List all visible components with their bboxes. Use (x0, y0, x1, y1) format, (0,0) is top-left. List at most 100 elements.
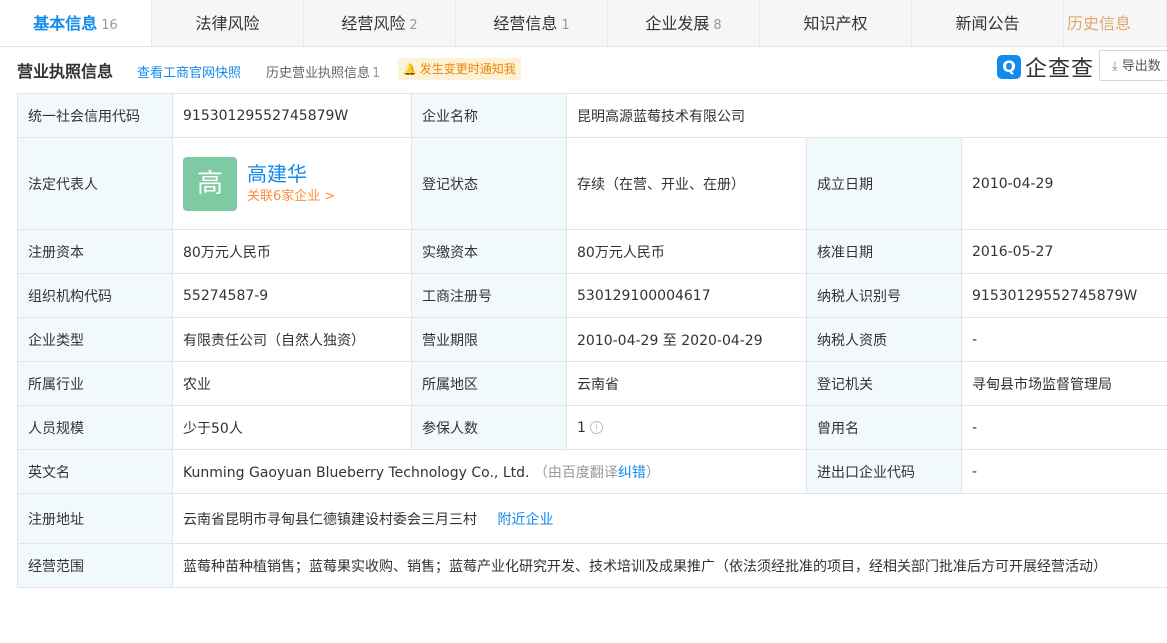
translate-note-close: ） (645, 464, 660, 481)
table-row: 企业类型 有限责任公司（自然人独资） 营业期限 2010-04-29 至 202… (17, 317, 1167, 362)
taxpayer-qual-value: - (961, 317, 1167, 362)
history-license-link[interactable]: 历史营业执照信息 1 (266, 62, 380, 81)
insured-value: 1 (577, 419, 586, 436)
reg-capital-label: 注册资本 (17, 229, 173, 274)
download-icon: ⤓ (1112, 59, 1118, 74)
scope-value: 蓝莓种苗种植销售；蓝莓果实收购、销售；蓝莓产业化研究开发、技术培训及成果推广（依… (172, 543, 1167, 588)
paid-capital-label: 实缴资本 (411, 229, 567, 274)
credit-code-value: 91530129552745879W (172, 93, 412, 138)
history-label: 历史营业执照信息 (266, 66, 371, 81)
company-name-value: 昆明高源蓝莓技术有限公司 (566, 93, 1167, 138)
reg-authority-value: 寻甸县市场监督管理局 (961, 361, 1167, 406)
taxpayer-id-value: 91530129552745879W (961, 273, 1167, 318)
table-row: 组织机构代码 55274587-9 工商注册号 530129100004617 … (17, 273, 1167, 318)
brand-icon: Q (997, 55, 1021, 79)
tab-label: 知识产权 (803, 14, 868, 33)
industry-value: 农业 (172, 361, 412, 406)
tab-count: 2 (409, 18, 418, 33)
nearby-companies-link[interactable]: 附近企业 (497, 512, 553, 528)
taxpayer-id-label: 纳税人识别号 (806, 273, 962, 318)
english-name-value: Kunming Gaoyuan Blueberry Technology Co.… (183, 464, 530, 481)
notify-label: 发生变更时通知我 (419, 62, 516, 76)
credit-code-label: 统一社会信用代码 (17, 93, 173, 138)
history-count: 1 (372, 66, 381, 81)
tab-operating-info[interactable]: 经营信息 1 (456, 0, 608, 46)
tab-label: 经营信息 (493, 14, 558, 33)
reg-status-label: 登记状态 (411, 137, 567, 230)
found-date-label: 成立日期 (806, 137, 962, 230)
tab-label: 企业发展 (645, 14, 710, 33)
company-type-value: 有限责任公司（自然人独资） (172, 317, 412, 362)
paid-capital-value: 80万元人民币 (566, 229, 807, 274)
table-row: 注册资本 80万元人民币 实缴资本 80万元人民币 核准日期 2016-05-2… (17, 229, 1167, 274)
english-name-label: 英文名 (17, 449, 173, 494)
brand-logo: Q 企查查 (997, 54, 1095, 82)
industry-label: 所属行业 (17, 361, 173, 406)
top-tab-bar: 基本信息 16 法律风险 经营风险 2 经营信息 1 企业发展 8 知识产权 新闻公告 … (0, 0, 1167, 47)
tab-label: 经营风险 (341, 14, 406, 33)
tab-count: 16 (101, 18, 118, 33)
table-row: 统一社会信用代码 91530129552745879W 企业名称 昆明高源蓝莓技… (17, 93, 1167, 138)
tab-count: 1 (561, 18, 570, 33)
approve-date-value: 2016-05-27 (961, 229, 1167, 274)
table-row: 经营范围 蓝莓种苗种植销售；蓝莓果实收购、销售；蓝莓产业化研究开发、技术培训及成… (17, 543, 1167, 588)
reg-capital-value: 80万元人民币 (172, 229, 412, 274)
english-name-cell: Kunming Gaoyuan Blueberry Technology Co.… (172, 449, 807, 494)
staff-size-value: 少于50人 (172, 405, 412, 450)
tab-label: 基本信息 (33, 14, 98, 33)
legal-rep-cell: 高 高建华 关联6家企业 > (172, 137, 412, 230)
brand-text: 企查查 (1025, 57, 1095, 82)
reg-authority-label: 登记机关 (806, 361, 962, 406)
biz-term-label: 营业期限 (411, 317, 567, 362)
related-companies-link[interactable]: 关联6家企业 > (247, 187, 335, 207)
taxpayer-qual-label: 纳税人资质 (806, 317, 962, 362)
export-label: 导出数 (1121, 59, 1161, 74)
table-row: 所属行业 农业 所属地区 云南省 登记机关 寻甸县市场监督管理局 (17, 361, 1167, 406)
tab-count: 8 (713, 18, 722, 33)
table-row: 注册地址 云南省昆明市寻甸县仁德镇建设村委会三月三村 附近企业 (17, 493, 1167, 544)
export-button[interactable]: ⤓ 导出数 (1099, 50, 1167, 81)
biz-reg-no-label: 工商注册号 (411, 273, 567, 318)
snapshot-link[interactable]: 查看工商官网快照 (137, 62, 241, 81)
correct-link[interactable]: 纠错 (618, 465, 646, 481)
reg-status-value: 存续（在营、开业、在册） (566, 137, 807, 230)
notify-button[interactable]: 🔔 发生变更时通知我 (398, 58, 521, 80)
company-type-label: 企业类型 (17, 317, 173, 362)
approve-date-label: 核准日期 (806, 229, 962, 274)
avatar[interactable]: 高 (183, 156, 237, 211)
table-row: 英文名 Kunming Gaoyuan Blueberry Technology… (17, 449, 1167, 494)
table-row: 人员规模 少于50人 参保人数 1i 曾用名 - (17, 405, 1167, 450)
region-value: 云南省 (566, 361, 807, 406)
section-header: 营业执照信息 查看工商官网快照 历史营业执照信息 1 🔔 发生变更时通知我 Q 企查… (0, 46, 1167, 93)
tab-legal-risk[interactable]: 法律风险 (152, 0, 304, 46)
tab-operating-risk[interactable]: 经营风险 2 (304, 0, 456, 46)
tab-news[interactable]: 新闻公告 (912, 0, 1064, 46)
region-label: 所属地区 (411, 361, 567, 406)
tab-history[interactable]: 历史信息 (1064, 0, 1167, 46)
tab-basic-info[interactable]: 基本信息 16 (0, 0, 152, 46)
legal-rep-name[interactable]: 高建华 (247, 161, 335, 187)
org-code-label: 组织机构代码 (17, 273, 173, 318)
tab-label: 新闻公告 (955, 14, 1020, 33)
translate-note: （由百度翻译 (533, 464, 618, 481)
import-export-label: 进出口企业代码 (806, 449, 962, 494)
scope-label: 经营范围 (17, 543, 173, 588)
tab-ip[interactable]: 知识产权 (760, 0, 912, 46)
former-name-label: 曾用名 (806, 405, 962, 450)
legal-rep-label: 法定代表人 (17, 137, 173, 230)
insured-cell: 1i (566, 405, 807, 450)
insured-label: 参保人数 (411, 405, 567, 450)
address-cell: 云南省昆明市寻甸县仁德镇建设村委会三月三村 附近企业 (172, 493, 1167, 544)
tab-label: 历史信息 (1067, 14, 1132, 33)
staff-size-label: 人员规模 (17, 405, 173, 450)
info-icon[interactable]: i (589, 421, 603, 434)
former-name-value: - (961, 405, 1167, 450)
table-row: 法定代表人 高 高建华 关联6家企业 > 登记状态 存续（在营、开业、在册） 成… (17, 137, 1167, 230)
section-title: 营业执照信息 (17, 62, 114, 81)
bell-icon: 🔔 (403, 63, 417, 76)
found-date-value: 2010-04-29 (961, 137, 1167, 230)
tab-development[interactable]: 企业发展 8 (608, 0, 760, 46)
tab-label: 法律风险 (195, 14, 260, 33)
address-value: 云南省昆明市寻甸县仁德镇建设村委会三月三村 (183, 511, 477, 528)
business-license-table: 统一社会信用代码 91530129552745879W 企业名称 昆明高源蓝莓技… (17, 93, 1167, 588)
